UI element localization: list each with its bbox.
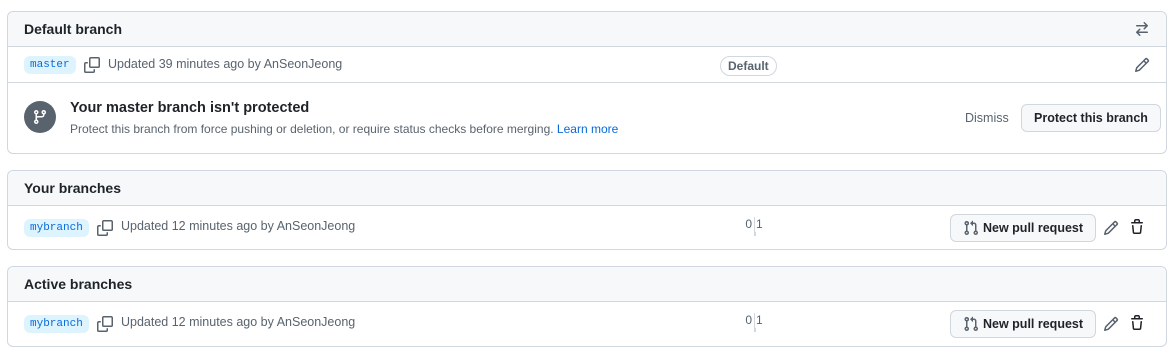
pencil-icon[interactable] (1103, 220, 1119, 236)
git-branch-icon (24, 101, 56, 133)
new-pull-request-button[interactable]: New pull request (950, 214, 1097, 242)
your-branches-header: Your branches (8, 171, 1166, 206)
updated-label: Updated 12 minutes ago by (121, 219, 274, 233)
protect-description: Protect this branch from force pushing o… (70, 122, 618, 136)
new-pull-request-button[interactable]: New pull request (950, 310, 1097, 338)
behind-count: 0 (745, 217, 752, 231)
behind-count: 0 (745, 313, 752, 327)
branch-name-mybranch[interactable]: mybranch (24, 219, 89, 237)
copy-icon[interactable] (97, 316, 113, 332)
pencil-icon[interactable] (1134, 57, 1150, 73)
protect-description-text: Protect this branch from force pushing o… (70, 122, 554, 136)
pencil-icon[interactable] (1103, 316, 1119, 332)
dismiss-button[interactable]: Dismiss (965, 111, 1009, 125)
updated-text: Updated 12 minutes ago by AnSeonJeong (121, 219, 355, 233)
protect-branch-button[interactable]: Protect this branch (1021, 104, 1161, 132)
your-branches-title: Your branches (24, 180, 121, 196)
ahead-bar (754, 328, 756, 332)
new-pull-request-label: New pull request (983, 221, 1084, 235)
ahead-count: 1 (756, 217, 763, 231)
updated-text: Updated 12 minutes ago by AnSeonJeong (121, 315, 355, 329)
trash-icon[interactable] (1129, 315, 1145, 331)
new-pull-request-label: New pull request (983, 317, 1084, 331)
branch-row: mybranch Updated 12 minutes ago by AnSeo… (8, 206, 1166, 249)
git-pull-request-icon (964, 316, 979, 332)
default-label-badge: Default (720, 56, 777, 76)
git-pull-request-icon (964, 220, 979, 236)
ahead-count: 1 (756, 313, 763, 327)
branch-name-master[interactable]: master (24, 56, 76, 74)
protect-title: Your master branch isn't protected (70, 100, 310, 116)
copy-icon[interactable] (97, 220, 113, 236)
ahead-bar (754, 232, 756, 236)
ahead-behind-indicator: 0 1 (734, 217, 774, 239)
branch-name-mybranch[interactable]: mybranch (24, 315, 89, 333)
active-branches-box: Active branches mybranch Updated 12 minu… (7, 266, 1167, 347)
default-branch-box: Default branch master Updated 39 minutes… (7, 11, 1167, 154)
default-branch-row: master Updated 39 minutes ago by AnSeonJ… (8, 47, 1166, 83)
ahead-behind-indicator: 0 1 (734, 313, 774, 335)
updated-text: Updated 39 minutes ago by AnSeonJeong (108, 57, 342, 71)
updated-label: Updated 39 minutes ago by (108, 57, 261, 71)
active-branches-title: Active branches (24, 276, 133, 292)
author-link[interactable]: AnSeonJeong (277, 315, 356, 329)
author-link[interactable]: AnSeonJeong (277, 219, 356, 233)
active-branches-header: Active branches (8, 267, 1166, 302)
author-link[interactable]: AnSeonJeong (264, 57, 343, 71)
learn-more-link[interactable]: Learn more (557, 122, 618, 136)
protect-banner: Your master branch isn't protected Prote… (8, 83, 1166, 153)
default-branch-header: Default branch (8, 12, 1166, 47)
copy-icon[interactable] (84, 57, 100, 73)
default-branch-title: Default branch (24, 21, 123, 37)
your-branches-box: Your branches mybranch Updated 12 minute… (7, 170, 1167, 250)
updated-label: Updated 12 minutes ago by (121, 315, 274, 329)
protect-branch-button-label: Protect this branch (1034, 111, 1148, 125)
branch-row: mybranch Updated 12 minutes ago by AnSeo… (8, 302, 1166, 346)
arrow-switch-icon[interactable] (1134, 21, 1150, 37)
trash-icon[interactable] (1129, 219, 1145, 235)
